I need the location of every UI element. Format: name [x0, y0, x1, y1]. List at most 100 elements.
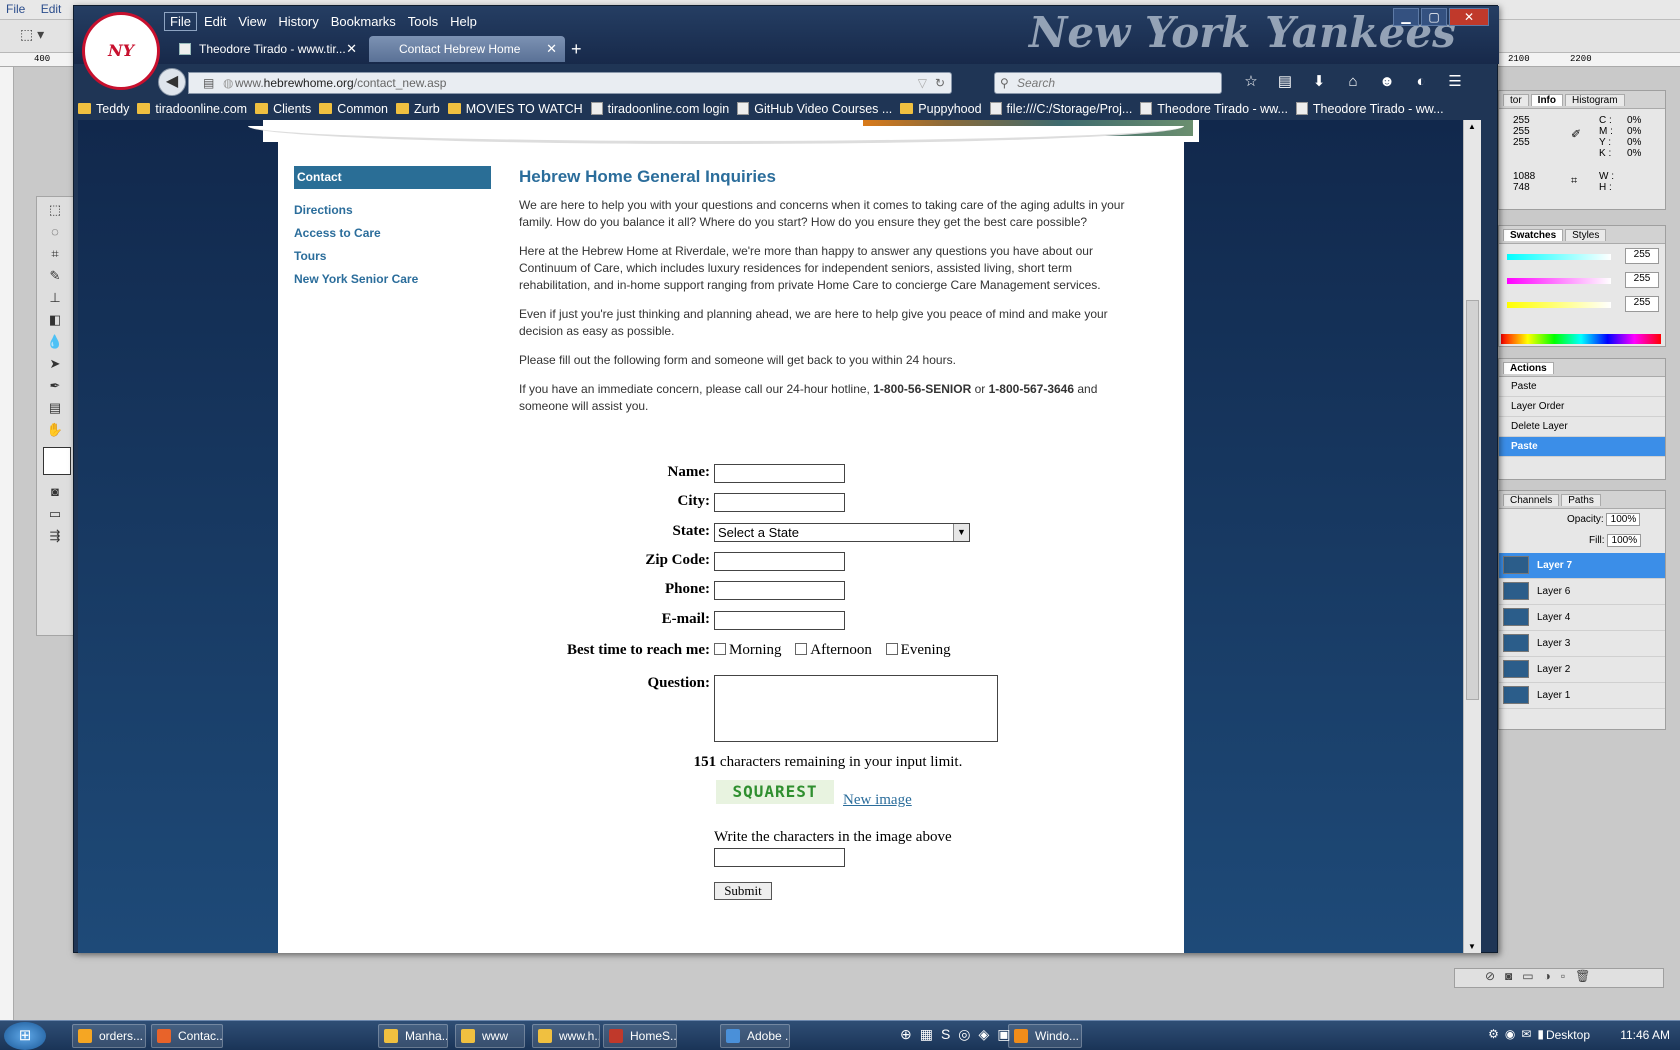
history-item[interactable]: Delete Layer — [1499, 417, 1665, 437]
menu-file[interactable]: File — [164, 12, 197, 31]
bookmark-item[interactable]: Theodore Tirado - ww... — [1295, 98, 1444, 120]
move-tool-icon[interactable]: ➤ — [45, 355, 65, 373]
fill-field[interactable]: 100% — [1607, 534, 1642, 547]
evening-checkbox[interactable] — [885, 643, 898, 655]
color-ramp[interactable] — [1501, 334, 1661, 344]
menu-view[interactable]: View — [233, 13, 271, 30]
captcha-input[interactable] — [714, 848, 845, 867]
layer-row-selected[interactable]: Layer 7 — [1499, 553, 1665, 579]
quicklaunch-icons[interactable]: ⊕▦S◎◈▣ — [900, 1026, 1019, 1043]
new-tab-icon[interactable]: + — [571, 36, 582, 62]
menu-tools[interactable]: Tools — [403, 13, 443, 30]
menu-hamburger-icon[interactable]: ☰ — [1438, 72, 1472, 90]
bookmark-item[interactable]: GitHub Video Courses ... — [737, 98, 892, 120]
extension-icon[interactable]: ◐ — [1404, 73, 1438, 90]
bookmark-item[interactable]: MOVIES TO WATCH — [447, 98, 583, 120]
zip-input[interactable] — [714, 552, 845, 571]
submit-button[interactable]: Submit — [714, 882, 772, 900]
notes-tool-icon[interactable]: ▤ — [45, 399, 65, 417]
system-tray-icons[interactable]: ⚙◉✉▮ — [1488, 1027, 1550, 1041]
tab-actions[interactable]: Actions — [1503, 362, 1554, 374]
history-item[interactable]: Paste — [1499, 377, 1665, 397]
bookmark-item[interactable]: Puppyhood — [900, 98, 982, 120]
color-swatch-icon[interactable] — [43, 447, 71, 475]
taskbar-button[interactable]: www — [455, 1024, 525, 1048]
menu-edit[interactable]: Edit — [199, 13, 231, 30]
quick-mask-icon[interactable]: ◙ — [45, 483, 65, 501]
green-slider[interactable] — [1507, 278, 1611, 284]
history-item-selected[interactable]: Paste — [1499, 437, 1665, 457]
taskbar-button[interactable]: Contac... — [151, 1024, 223, 1048]
scroll-up-icon[interactable]: ▲ — [1468, 122, 1476, 131]
taskbar-button[interactable]: HomeS... — [603, 1024, 677, 1048]
tab-theodore-tirado[interactable]: Theodore Tirado - www.tir... ✕ — [169, 36, 365, 62]
taskbar-button[interactable]: Manha... — [378, 1024, 448, 1048]
bookmark-item[interactable]: Clients — [255, 98, 311, 120]
reading-list-icon[interactable]: ▤ — [1268, 72, 1302, 90]
scroll-down-icon[interactable]: ▼ — [1468, 942, 1476, 951]
bookmark-item[interactable]: Zurb — [396, 98, 440, 120]
phone-input[interactable] — [714, 581, 845, 600]
start-button[interactable]: ⊞ — [4, 1022, 46, 1050]
eraser-tool-icon[interactable]: ◧ — [45, 311, 65, 329]
tab-close-icon[interactable]: ✕ — [346, 36, 357, 62]
page-scrollbar[interactable]: ▲ ▼ — [1463, 120, 1481, 953]
tab-paths[interactable]: Paths — [1561, 494, 1601, 506]
blue-value-field[interactable]: 255 — [1625, 296, 1659, 312]
marquee-tool-icon[interactable]: ⬚ — [45, 201, 65, 219]
taskbar-button[interactable]: Windo... — [1008, 1024, 1082, 1048]
tab-contact-hebrew-home[interactable]: Contact Hebrew Home ✕ — [369, 36, 565, 62]
ps-menu-file[interactable]: File — [0, 0, 31, 18]
nav-link-tours[interactable]: Tours — [294, 250, 491, 262]
tab-swatches[interactable]: Swatches — [1503, 229, 1564, 241]
nav-link-new-york-senior-care[interactable]: New York Senior Care — [294, 273, 491, 285]
layers-footer-icons[interactable]: ⊘◙▭◑▫🗑 — [1454, 968, 1664, 988]
bookmark-item[interactable]: tiradoonline.com — [137, 98, 247, 120]
bookmark-star-icon[interactable]: ☆ — [1234, 72, 1268, 90]
name-input[interactable] — [714, 464, 845, 483]
bookmark-item[interactable]: Common — [319, 98, 388, 120]
maximize-icon[interactable]: ▢ — [1421, 8, 1447, 26]
red-value-field[interactable]: 255 — [1625, 248, 1659, 264]
lasso-tool-icon[interactable]: ◌ — [45, 223, 65, 241]
screen-mode-icon[interactable]: ▭ — [45, 505, 65, 523]
search-input[interactable]: ⚲ Search — [994, 72, 1222, 94]
tab-channels[interactable]: Channels — [1503, 494, 1560, 506]
stamp-tool-icon[interactable]: ⊥ — [45, 289, 65, 307]
opacity-field[interactable]: 100% — [1606, 513, 1641, 526]
new-image-link[interactable]: New image — [843, 792, 912, 809]
back-button[interactable]: ◀ — [158, 68, 186, 96]
blur-tool-icon[interactable]: 💧 — [45, 333, 65, 351]
tab-histogram[interactable]: Histogram — [1565, 94, 1625, 106]
close-icon[interactable]: ✕ — [1449, 8, 1489, 26]
afternoon-checkbox[interactable] — [795, 643, 808, 655]
home-icon[interactable]: ⌂ — [1336, 73, 1370, 90]
taskbar-button[interactable]: Adobe ... — [720, 1024, 790, 1048]
taskbar-button[interactable]: orders... — [72, 1024, 146, 1048]
brush-tool-icon[interactable]: ✎ — [45, 267, 65, 285]
marquee-options-icon[interactable]: ⬚ ▾ — [20, 26, 44, 43]
layer-row[interactable]: Layer 4 — [1499, 605, 1665, 631]
crop-tool-icon[interactable]: ⌗ — [45, 245, 65, 263]
layer-row[interactable]: Layer 6 — [1499, 579, 1665, 605]
bookmark-item[interactable]: file:///C:/Storage/Proj... — [989, 98, 1132, 120]
desktop-toolbar-label[interactable]: Desktop — [1546, 1028, 1590, 1042]
bookmark-item[interactable]: tiradoonline.com login — [590, 98, 729, 120]
tab-navigator[interactable]: tor — [1503, 94, 1529, 106]
state-select[interactable]: Select a State ▼ — [714, 523, 970, 542]
minimize-icon[interactable]: ▁ — [1393, 8, 1419, 26]
menu-help[interactable]: Help — [445, 13, 482, 30]
tab-styles[interactable]: Styles — [1565, 229, 1607, 241]
layer-row[interactable]: Layer 2 — [1499, 657, 1665, 683]
email-input[interactable] — [714, 611, 845, 630]
chat-icon[interactable]: ☻ — [1370, 73, 1404, 90]
menu-history[interactable]: History — [273, 13, 323, 30]
bookmark-item[interactable]: Theodore Tirado - ww... — [1140, 98, 1288, 120]
url-bar[interactable]: ▤ ◍ www.hebrewhome.org/contact_new.asp ▽… — [188, 72, 952, 94]
scrollbar-thumb[interactable] — [1466, 300, 1479, 700]
sidenav-title[interactable]: Contact — [294, 166, 491, 189]
menu-bookmarks[interactable]: Bookmarks — [326, 13, 401, 30]
red-slider[interactable] — [1507, 254, 1611, 260]
dropdown-arrow-icon[interactable]: ▽ — [918, 73, 927, 93]
tab-info[interactable]: Info — [1530, 94, 1563, 106]
